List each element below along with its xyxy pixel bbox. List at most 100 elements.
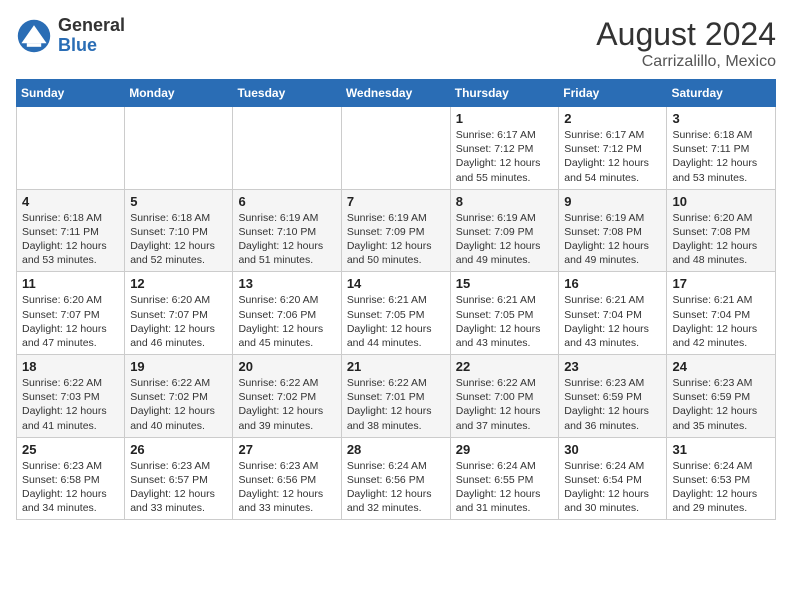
cell-day-number: 17 <box>672 276 770 291</box>
day-of-week-header: Friday <box>559 80 667 107</box>
calendar-header: SundayMondayTuesdayWednesdayThursdayFrid… <box>17 80 776 107</box>
calendar-cell: 12Sunrise: 6:20 AMSunset: 7:07 PMDayligh… <box>125 272 233 355</box>
calendar-cell: 29Sunrise: 6:24 AMSunset: 6:55 PMDayligh… <box>450 437 559 520</box>
cell-day-number: 20 <box>238 359 335 374</box>
calendar-cell: 6 Sunrise: 6:19 AMSunset: 7:10 PMDaylight… <box>233 189 341 272</box>
calendar-cell: 19Sunrise: 6:22 AMSunset: 7:02 PMDayligh… <box>125 355 233 438</box>
title-block: August 2024 Carrizalillo, Mexico <box>596 16 776 71</box>
cell-day-info: Sunrise: 6:21 AMSunset: 7:05 PMDaylight:… <box>347 293 445 350</box>
cell-day-info: Sunrise: 6:24 AMSunset: 6:53 PMDaylight:… <box>672 459 770 516</box>
calendar-cell: 8 Sunrise: 6:19 AMSunset: 7:09 PMDaylight… <box>450 189 559 272</box>
cell-day-info: Sunrise: 6:20 AMSunset: 7:08 PMDaylight:… <box>672 211 770 268</box>
calendar-cell: 10 Sunrise: 6:20 AMSunset: 7:08 PMDayligh… <box>667 189 776 272</box>
cell-day-number: 22 <box>456 359 554 374</box>
calendar-cell: 9Sunrise: 6:19 AMSunset: 7:08 PMDaylight… <box>559 189 667 272</box>
cell-day-info: Sunrise: 6:19 AMSunset: 7:10 PMDaylight:… <box>238 211 335 268</box>
logo-text: General Blue <box>58 16 125 56</box>
cell-day-info: Sunrise: 6:20 AMSunset: 7:07 PMDaylight:… <box>22 293 119 350</box>
calendar-body: 1 Sunrise: 6:17 AMSunset: 7:12 PMDaylight… <box>17 107 776 520</box>
day-of-week-header: Saturday <box>667 80 776 107</box>
cell-day-info: Sunrise: 6:24 AMSunset: 6:56 PMDaylight:… <box>347 459 445 516</box>
cell-day-number: 4 <box>22 194 119 209</box>
cell-day-info: Sunrise: 6:22 AMSunset: 7:00 PMDaylight:… <box>456 376 554 433</box>
calendar-cell: 7 Sunrise: 6:19 AMSunset: 7:09 PMDaylight… <box>341 189 450 272</box>
calendar-week-row: 4 Sunrise: 6:18 AMSunset: 7:11 PMDaylight… <box>17 189 776 272</box>
cell-day-number: 27 <box>238 442 335 457</box>
cell-day-number: 10 <box>672 194 770 209</box>
day-of-week-header: Thursday <box>450 80 559 107</box>
logo-general: General <box>58 16 125 36</box>
cell-day-info: Sunrise: 6:19 AMSunset: 7:09 PMDaylight:… <box>456 211 554 268</box>
calendar-week-row: 25 Sunrise: 6:23 AMSunset: 6:58 PMDayligh… <box>17 437 776 520</box>
cell-day-info: Sunrise: 6:18 AMSunset: 7:10 PMDaylight:… <box>130 211 227 268</box>
cell-day-number: 28 <box>347 442 445 457</box>
cell-day-info: Sunrise: 6:19 AMSunset: 7:09 PMDaylight:… <box>347 211 445 268</box>
calendar-cell <box>341 107 450 190</box>
cell-day-info: Sunrise: 6:17 AMSunset: 7:12 PMDaylight:… <box>456 128 554 185</box>
calendar-cell: 15Sunrise: 6:21 AMSunset: 7:05 PMDayligh… <box>450 272 559 355</box>
cell-day-info: Sunrise: 6:20 AMSunset: 7:07 PMDaylight:… <box>130 293 227 350</box>
calendar-week-row: 1 Sunrise: 6:17 AMSunset: 7:12 PMDaylight… <box>17 107 776 190</box>
cell-day-info: Sunrise: 6:18 AMSunset: 7:11 PMDaylight:… <box>672 128 770 185</box>
cell-day-info: Sunrise: 6:22 AMSunset: 7:01 PMDaylight:… <box>347 376 445 433</box>
calendar-week-row: 18 Sunrise: 6:22 AMSunset: 7:03 PMDayligh… <box>17 355 776 438</box>
cell-day-info: Sunrise: 6:17 AMSunset: 7:12 PMDaylight:… <box>564 128 661 185</box>
cell-day-number: 26 <box>130 442 227 457</box>
cell-day-number: 24 <box>672 359 770 374</box>
cell-day-number: 15 <box>456 276 554 291</box>
header-row: SundayMondayTuesdayWednesdayThursdayFrid… <box>17 80 776 107</box>
cell-day-number: 3 <box>672 111 770 126</box>
cell-day-info: Sunrise: 6:23 AMSunset: 6:56 PMDaylight:… <box>238 459 335 516</box>
calendar-cell: 25 Sunrise: 6:23 AMSunset: 6:58 PMDayligh… <box>17 437 125 520</box>
calendar-cell: 11 Sunrise: 6:20 AMSunset: 7:07 PMDayligh… <box>17 272 125 355</box>
calendar-cell: 24 Sunrise: 6:23 AMSunset: 6:59 PMDayligh… <box>667 355 776 438</box>
day-of-week-header: Wednesday <box>341 80 450 107</box>
calendar-table: SundayMondayTuesdayWednesdayThursdayFrid… <box>16 79 776 520</box>
calendar-cell: 2Sunrise: 6:17 AMSunset: 7:12 PMDaylight… <box>559 107 667 190</box>
cell-day-info: Sunrise: 6:22 AMSunset: 7:03 PMDaylight:… <box>22 376 119 433</box>
calendar-cell: 28 Sunrise: 6:24 AMSunset: 6:56 PMDayligh… <box>341 437 450 520</box>
calendar-cell: 22 Sunrise: 6:22 AMSunset: 7:00 PMDayligh… <box>450 355 559 438</box>
cell-day-info: Sunrise: 6:22 AMSunset: 7:02 PMDaylight:… <box>130 376 227 433</box>
calendar-cell: 23 Sunrise: 6:23 AMSunset: 6:59 PMDayligh… <box>559 355 667 438</box>
calendar-cell: 1 Sunrise: 6:17 AMSunset: 7:12 PMDaylight… <box>450 107 559 190</box>
month-year-title: August 2024 <box>596 16 776 53</box>
calendar-cell: 18 Sunrise: 6:22 AMSunset: 7:03 PMDayligh… <box>17 355 125 438</box>
calendar-cell: 30Sunrise: 6:24 AMSunset: 6:54 PMDayligh… <box>559 437 667 520</box>
calendar-cell <box>125 107 233 190</box>
cell-day-number: 30 <box>564 442 661 457</box>
cell-day-info: Sunrise: 6:20 AMSunset: 7:06 PMDaylight:… <box>238 293 335 350</box>
cell-day-info: Sunrise: 6:21 AMSunset: 7:04 PMDaylight:… <box>672 293 770 350</box>
cell-day-number: 29 <box>456 442 554 457</box>
cell-day-info: Sunrise: 6:23 AMSunset: 6:58 PMDaylight:… <box>22 459 119 516</box>
calendar-cell: 14 Sunrise: 6:21 AMSunset: 7:05 PMDayligh… <box>341 272 450 355</box>
cell-day-info: Sunrise: 6:23 AMSunset: 6:59 PMDaylight:… <box>672 376 770 433</box>
calendar-week-row: 11 Sunrise: 6:20 AMSunset: 7:07 PMDayligh… <box>17 272 776 355</box>
cell-day-number: 7 <box>347 194 445 209</box>
cell-day-number: 11 <box>22 276 119 291</box>
page-header: General Blue August 2024 Carrizalillo, M… <box>16 16 776 71</box>
logo-blue: Blue <box>58 36 125 56</box>
cell-day-number: 1 <box>456 111 554 126</box>
logo: General Blue <box>16 16 125 56</box>
cell-day-number: 21 <box>347 359 445 374</box>
cell-day-number: 13 <box>238 276 335 291</box>
calendar-cell <box>17 107 125 190</box>
cell-day-number: 31 <box>672 442 770 457</box>
cell-day-info: Sunrise: 6:18 AMSunset: 7:11 PMDaylight:… <box>22 211 119 268</box>
cell-day-number: 6 <box>238 194 335 209</box>
cell-day-number: 18 <box>22 359 119 374</box>
cell-day-number: 14 <box>347 276 445 291</box>
calendar-cell: 31 Sunrise: 6:24 AMSunset: 6:53 PMDayligh… <box>667 437 776 520</box>
cell-day-number: 23 <box>564 359 661 374</box>
calendar-cell <box>233 107 341 190</box>
calendar-cell: 27 Sunrise: 6:23 AMSunset: 6:56 PMDayligh… <box>233 437 341 520</box>
calendar-cell: 20Sunrise: 6:22 AMSunset: 7:02 PMDayligh… <box>233 355 341 438</box>
calendar-cell: 16Sunrise: 6:21 AMSunset: 7:04 PMDayligh… <box>559 272 667 355</box>
calendar-cell: 21 Sunrise: 6:22 AMSunset: 7:01 PMDayligh… <box>341 355 450 438</box>
cell-day-info: Sunrise: 6:23 AMSunset: 6:59 PMDaylight:… <box>564 376 661 433</box>
cell-day-number: 5 <box>130 194 227 209</box>
calendar-cell: 4 Sunrise: 6:18 AMSunset: 7:11 PMDaylight… <box>17 189 125 272</box>
cell-day-number: 25 <box>22 442 119 457</box>
cell-day-number: 8 <box>456 194 554 209</box>
